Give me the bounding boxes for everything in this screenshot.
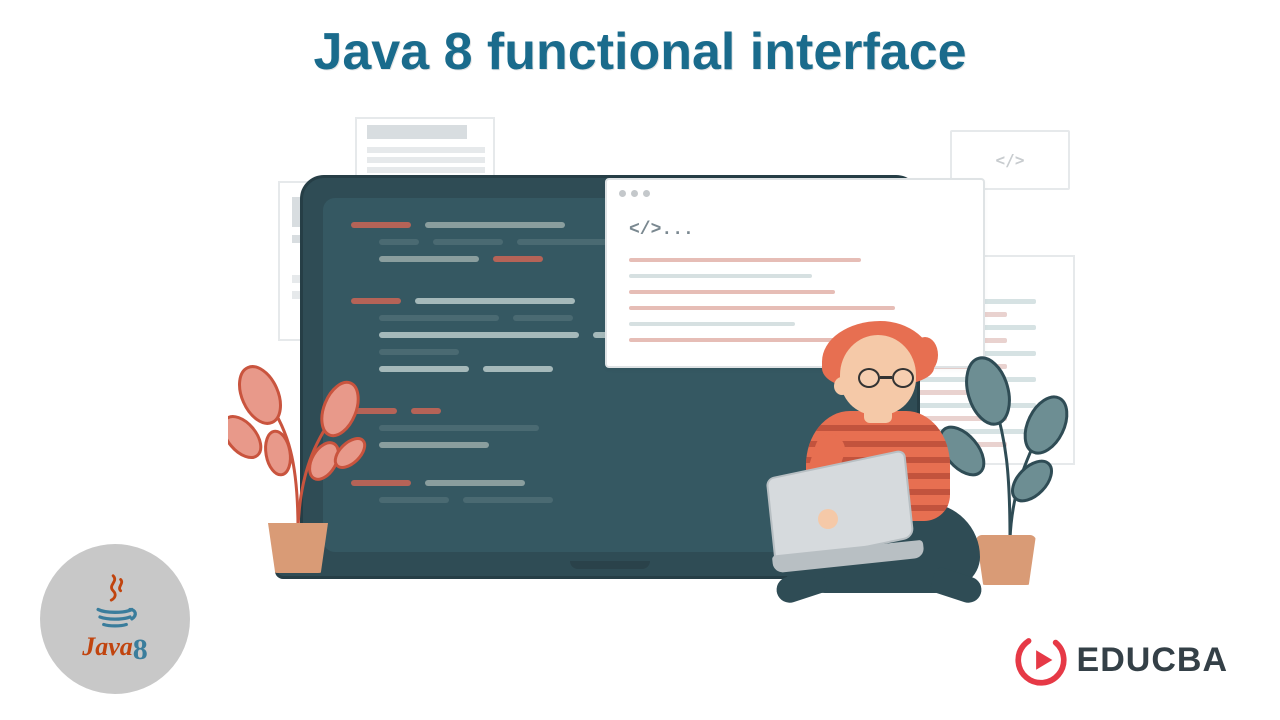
code-tag-text: </>... [629, 220, 694, 240]
java-version-8: 8 [133, 633, 148, 666]
page-title: Java 8 functional interface [0, 22, 1280, 82]
illustration: </>... [220, 95, 1040, 625]
plant-left-icon [238, 343, 358, 573]
java-8-badge: Java8 [40, 544, 190, 694]
educba-logo: EDUCBA [1015, 634, 1228, 686]
educba-play-icon [1015, 634, 1067, 686]
person-illustration [710, 325, 1030, 645]
brand-name: EDUCBA [1077, 641, 1228, 680]
java-label: Java [82, 632, 133, 661]
java-cup-icon [85, 572, 145, 632]
